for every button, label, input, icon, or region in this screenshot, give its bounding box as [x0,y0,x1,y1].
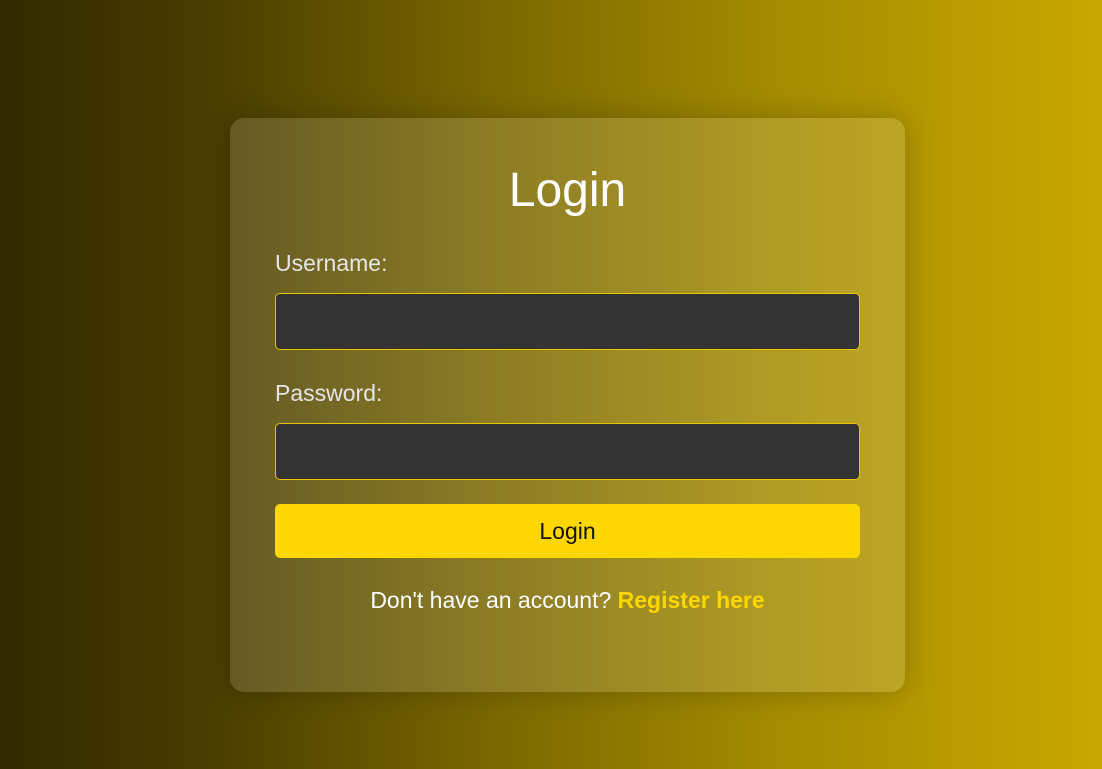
password-input[interactable] [275,423,860,480]
register-row: Don't have an account? Register here [275,586,860,614]
username-input[interactable] [275,293,860,350]
password-label: Password: [275,380,383,406]
login-title: Login [508,164,627,217]
login-card: Login Username: Password: Login Don't ha… [230,118,905,692]
register-link[interactable]: Register here [618,587,765,613]
login-button[interactable]: Login [275,504,860,558]
register-prompt: Don't have an account? [370,587,612,613]
username-label: Username: [275,250,388,276]
